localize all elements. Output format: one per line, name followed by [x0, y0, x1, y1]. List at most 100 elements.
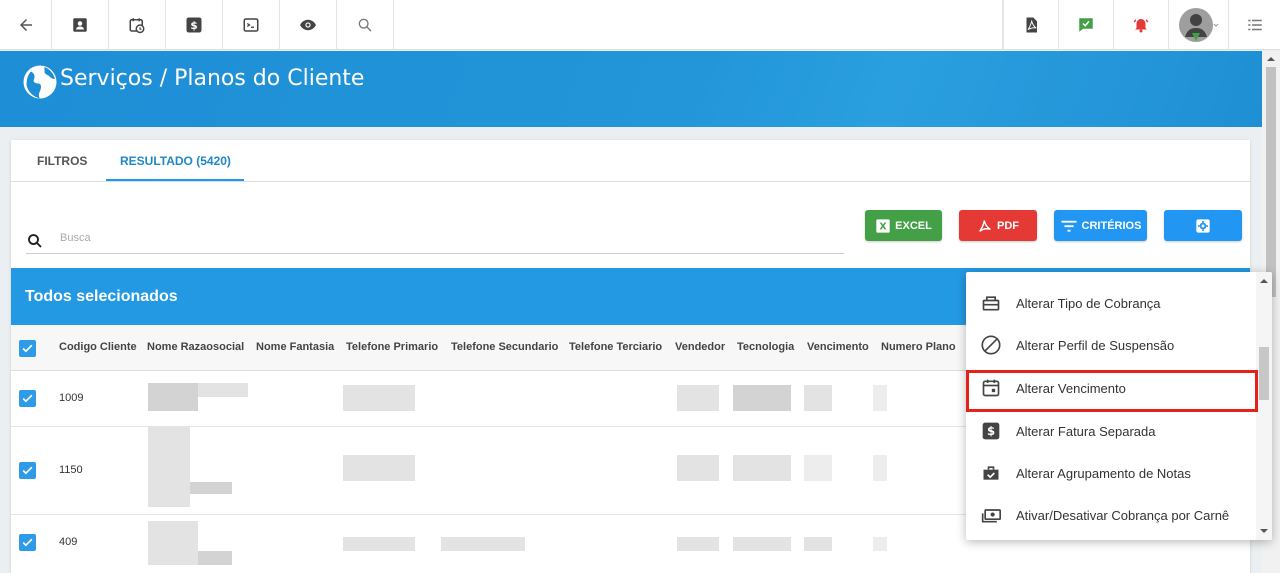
arrow-left-icon	[19, 19, 32, 31]
criteria-button[interactable]: CRITÉRIOS	[1054, 210, 1147, 241]
excel-button-label: EXCEL	[895, 219, 932, 232]
column-header[interactable]: Vencimento	[807, 341, 869, 353]
criteria-button-label: CRITÉRIOS	[1081, 219, 1142, 232]
block-icon	[980, 334, 1002, 356]
page-scroll-thumb[interactable]	[1266, 67, 1276, 297]
redacted-cell	[343, 455, 415, 481]
check-icon	[22, 466, 33, 475]
redacted-cell	[343, 385, 415, 411]
scroll-up-icon	[1267, 57, 1275, 61]
terminal-button[interactable]	[223, 0, 280, 50]
contact-card-icon	[73, 18, 87, 32]
pdf-export-button[interactable]: PDF	[959, 210, 1037, 241]
alarm-bell-icon	[1133, 19, 1149, 33]
menu-item-alterar-vencimento[interactable]: Alterar Vencimento	[966, 367, 1256, 409]
column-header[interactable]: Nome Fantasia	[256, 341, 334, 353]
column-header[interactable]: Codigo Cliente	[59, 341, 137, 353]
excel-export-button[interactable]: X EXCEL	[865, 210, 942, 241]
redacted-cell	[733, 537, 791, 551]
menu-item-alterar-perfil-suspensao[interactable]: Alterar Perfil de Suspensão	[966, 324, 1256, 366]
actions-menu-button[interactable]	[1164, 210, 1242, 241]
column-header[interactable]: Telefone Primario	[346, 341, 438, 353]
eye-icon	[300, 19, 316, 31]
redacted-cell	[733, 455, 791, 481]
search-icon	[358, 18, 372, 32]
redacted-cell	[148, 521, 198, 565]
actions-dropdown-menu: Alterar Tipo de Cobrança Alterar Perfil …	[966, 272, 1272, 540]
list-menu-button[interactable]	[1228, 0, 1280, 50]
menu-item-alterar-fatura-separada[interactable]: $ Alterar Fatura Separada	[966, 410, 1256, 452]
top-toolbar: $	[0, 0, 1280, 50]
redacted-cell	[441, 537, 525, 551]
contact-button[interactable]	[52, 0, 109, 50]
redacted-cell	[873, 385, 887, 411]
page-title: Serviços / Planos do Cliente	[60, 66, 365, 91]
menu-item-label: Alterar Fatura Separada	[1016, 423, 1156, 439]
svg-text:$: $	[190, 20, 197, 32]
toolbar-right-group	[1002, 0, 1280, 50]
redacted-cell	[148, 427, 190, 507]
tab-resultado[interactable]: RESULTADO (5420)	[120, 154, 231, 168]
search-field	[26, 230, 844, 254]
redacted-cell	[804, 455, 832, 481]
search-input[interactable]	[60, 232, 830, 244]
menu-item-alterar-tipo-cobranca[interactable]: Alterar Tipo de Cobrança	[966, 282, 1256, 324]
excel-icon: X	[876, 218, 890, 233]
menu-scroll-thumb[interactable]	[1259, 347, 1269, 400]
redacted-cell	[873, 455, 887, 481]
cash-icon	[980, 504, 1002, 526]
column-header[interactable]: Numero Plano	[881, 341, 956, 353]
check-icon	[22, 394, 33, 403]
column-header[interactable]: Vendedor	[675, 341, 725, 353]
menu-item-label: Ativar/Desativar Cobrança por Carnê	[1016, 507, 1230, 523]
check-icon	[22, 344, 33, 353]
redacted-cell	[190, 482, 232, 494]
alarm-button[interactable]	[1113, 0, 1168, 50]
row-checkbox[interactable]	[19, 534, 36, 551]
redacted-cell	[804, 385, 832, 411]
pdf-export-button[interactable]	[1003, 0, 1058, 50]
finance-button[interactable]: $	[166, 0, 223, 50]
calendar-icon	[980, 377, 1002, 399]
filter-icon	[1061, 220, 1077, 232]
redacted-cell	[804, 537, 832, 551]
view-button[interactable]	[280, 0, 337, 50]
menu-item-label: Alterar Vencimento	[1016, 380, 1126, 396]
search-button[interactable]	[337, 0, 394, 50]
tab-filtros[interactable]: FILTROS	[37, 154, 87, 168]
back-button[interactable]	[0, 0, 52, 50]
dollar-icon: $	[186, 17, 202, 33]
redacted-cell	[343, 537, 415, 551]
column-header[interactable]: Nome Razaosocial	[147, 341, 244, 353]
billing-type-icon	[980, 292, 1002, 314]
pdf-button-label: PDF	[997, 219, 1019, 232]
pdf-icon	[979, 220, 991, 232]
select-all-checkbox[interactable]	[19, 340, 36, 357]
row-checkbox[interactable]	[19, 462, 36, 479]
menu-item-label: Alterar Agrupamento de Notas	[1016, 465, 1191, 481]
menu-item-label: Alterar Tipo de Cobrança	[1016, 295, 1161, 311]
client-code: 1150	[59, 464, 83, 476]
client-code: 1009	[59, 392, 84, 404]
column-header[interactable]: Telefone Secundario	[451, 341, 558, 353]
column-header[interactable]: Tecnologia	[737, 341, 794, 353]
pdf-file-icon	[1026, 17, 1037, 33]
page-header: Serviços / Planos do Cliente	[0, 51, 1262, 127]
column-header[interactable]: Telefone Terciario	[569, 341, 662, 353]
scroll-down-icon	[1260, 529, 1268, 533]
row-checkbox[interactable]	[19, 390, 36, 407]
redacted-cell	[677, 537, 719, 551]
menu-item-alterar-agrupamento-notas[interactable]: Alterar Agrupamento de Notas	[966, 452, 1256, 494]
menu-item-ativar-desativar-carne[interactable]: Ativar/Desativar Cobrança por Carnê	[966, 494, 1256, 536]
schedule-button[interactable]	[109, 0, 166, 50]
redacted-cell	[148, 383, 198, 411]
client-code: 409	[59, 536, 78, 548]
search-icon	[28, 234, 42, 248]
menu-scrollbar[interactable]	[1256, 272, 1272, 540]
list-icon	[1247, 19, 1262, 31]
user-menu-button[interactable]	[1168, 0, 1228, 50]
avatar	[1178, 8, 1218, 42]
approvals-button[interactable]	[1058, 0, 1113, 50]
redacted-cell	[677, 455, 719, 481]
svg-text:X: X	[880, 221, 887, 232]
